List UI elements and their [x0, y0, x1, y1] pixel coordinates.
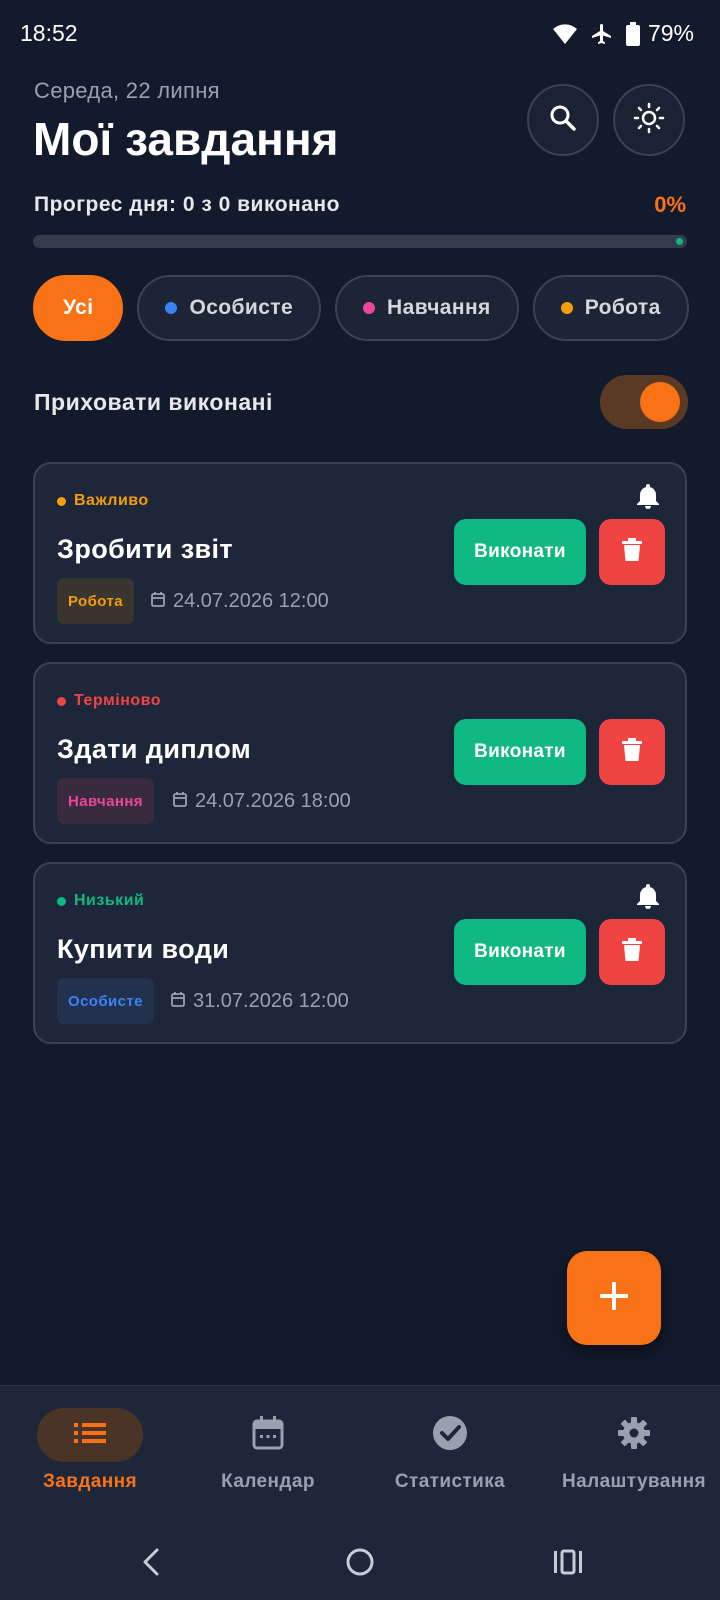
- progress-label: Прогрес дня: 0 з 0 виконано: [34, 193, 340, 216]
- complete-task-button[interactable]: Виконати: [454, 919, 586, 985]
- delete-task-button[interactable]: [599, 719, 665, 785]
- bell-icon[interactable]: [635, 882, 661, 915]
- priority-label: Важливо: [74, 492, 149, 509]
- calendar-small-icon: [173, 790, 195, 813]
- due-date-text: 24.07.2026 18:00: [195, 790, 351, 812]
- status-icons: 79%: [552, 20, 694, 47]
- filter-chip-label: Особисте: [189, 296, 294, 319]
- priority-indicator: Низький: [57, 892, 144, 910]
- priority-indicator: Терміново: [57, 692, 161, 710]
- progress-bar: [33, 235, 687, 248]
- plus-icon: [598, 1280, 630, 1317]
- nav-label: Завдання: [42, 1471, 138, 1492]
- trash-icon: [622, 537, 642, 567]
- check-circle-icon: [432, 1415, 468, 1456]
- category-filters: Усі Особисте Навчання Робота: [33, 275, 689, 341]
- due-date: 24.07.2026 12:00: [151, 590, 329, 613]
- nav-icon-container: [397, 1408, 503, 1462]
- nav-label: Календар: [221, 1471, 315, 1492]
- filter-chip-label: Робота: [584, 296, 661, 319]
- progress-percent: 0%: [654, 192, 686, 217]
- task-title: Купити води: [57, 934, 230, 964]
- priority-label: Низький: [74, 892, 145, 909]
- theme-toggle-button[interactable]: [613, 84, 685, 156]
- priority-label: Терміново: [74, 692, 162, 709]
- task-card[interactable]: Важливо Зробити звіт Робота 24.07.2026 1…: [33, 462, 687, 644]
- filter-chip-work[interactable]: Робота: [532, 275, 689, 341]
- filter-chip-all[interactable]: Усі: [33, 275, 124, 341]
- system-navigation-bar: [0, 1523, 720, 1600]
- airplane-icon: [590, 22, 614, 46]
- status-bar: 18:52 79%: [0, 0, 720, 68]
- wifi-icon: [552, 23, 578, 45]
- priority-indicator: Важливо: [57, 492, 149, 510]
- filter-chip-study[interactable]: Навчання: [335, 275, 519, 341]
- priority-dot: [57, 896, 66, 906]
- task-title: Здати диплом: [57, 734, 252, 764]
- back-icon[interactable]: [141, 1547, 161, 1582]
- filter-chip-personal[interactable]: Особисте: [137, 275, 322, 341]
- hide-completed-toggle[interactable]: [600, 375, 688, 429]
- nav-label: Статистика: [394, 1471, 506, 1492]
- priority-dot: [57, 696, 66, 706]
- filter-chip-label: Усі: [63, 296, 94, 319]
- category-badge: Робота: [57, 578, 134, 624]
- page-title: Мої завдання: [33, 113, 339, 165]
- current-date: Середа, 22 липня: [34, 78, 220, 103]
- filter-chip-label: Навчання: [387, 296, 491, 319]
- nav-icon-container: [215, 1408, 321, 1462]
- status-time: 18:52: [20, 20, 78, 46]
- task-card[interactable]: Терміново Здати диплом Навчання 24.07.20…: [33, 662, 687, 844]
- category-dot: [560, 302, 573, 314]
- category-dot: [363, 302, 376, 314]
- due-date: 24.07.2026 18:00: [173, 790, 351, 813]
- battery-icon: [625, 21, 640, 46]
- app-screen: 18:52 79% Середа, 22 липня Мої завдання: [0, 0, 720, 1600]
- list-icon: [74, 1421, 106, 1450]
- hide-completed-label: Приховати виконані: [34, 389, 273, 415]
- complete-task-button[interactable]: Виконати: [454, 519, 586, 585]
- due-date: 31.07.2026 12:00: [171, 990, 349, 1013]
- bell-icon[interactable]: [635, 482, 661, 515]
- category-badge: Навчання: [57, 778, 154, 824]
- sun-icon: [633, 102, 665, 139]
- delete-task-button[interactable]: [599, 519, 665, 585]
- nav-item-statistics[interactable]: Статистика: [360, 1386, 540, 1524]
- nav-item-settings[interactable]: Налаштування: [544, 1386, 720, 1524]
- home-icon[interactable]: [345, 1547, 375, 1582]
- calendar-small-icon: [171, 990, 193, 1013]
- search-icon: [549, 104, 577, 137]
- due-date-text: 31.07.2026 12:00: [193, 990, 349, 1012]
- complete-task-button[interactable]: Виконати: [454, 719, 586, 785]
- calendar-icon: [252, 1415, 284, 1455]
- task-title: Зробити звіт: [57, 534, 234, 564]
- recent-apps-icon[interactable]: [553, 1547, 583, 1582]
- priority-dot: [57, 496, 66, 506]
- nav-item-calendar[interactable]: Календар: [178, 1386, 358, 1524]
- bottom-navigation: Завдання Календар Статистика Налаштуванн…: [0, 1385, 720, 1523]
- toggle-knob: [640, 382, 680, 422]
- nav-label: Налаштування: [562, 1471, 706, 1492]
- nav-icon-container: [581, 1408, 687, 1462]
- trash-icon: [622, 937, 642, 967]
- progress-end-dot: [676, 238, 683, 245]
- delete-task-button[interactable]: [599, 919, 665, 985]
- task-card[interactable]: Низький Купити води Особисте 31.07.2026 …: [33, 862, 687, 1044]
- category-badge: Особисте: [57, 978, 154, 1024]
- add-task-button[interactable]: [567, 1251, 661, 1345]
- search-button[interactable]: [527, 84, 599, 156]
- battery-percent: 79%: [647, 20, 694, 46]
- gear-icon: [617, 1416, 651, 1455]
- nav-item-tasks[interactable]: Завдання: [0, 1386, 180, 1524]
- trash-icon: [622, 737, 642, 767]
- calendar-small-icon: [151, 590, 173, 613]
- due-date-text: 24.07.2026 12:00: [173, 590, 329, 612]
- nav-icon-container: [37, 1408, 143, 1462]
- category-dot: [165, 302, 178, 314]
